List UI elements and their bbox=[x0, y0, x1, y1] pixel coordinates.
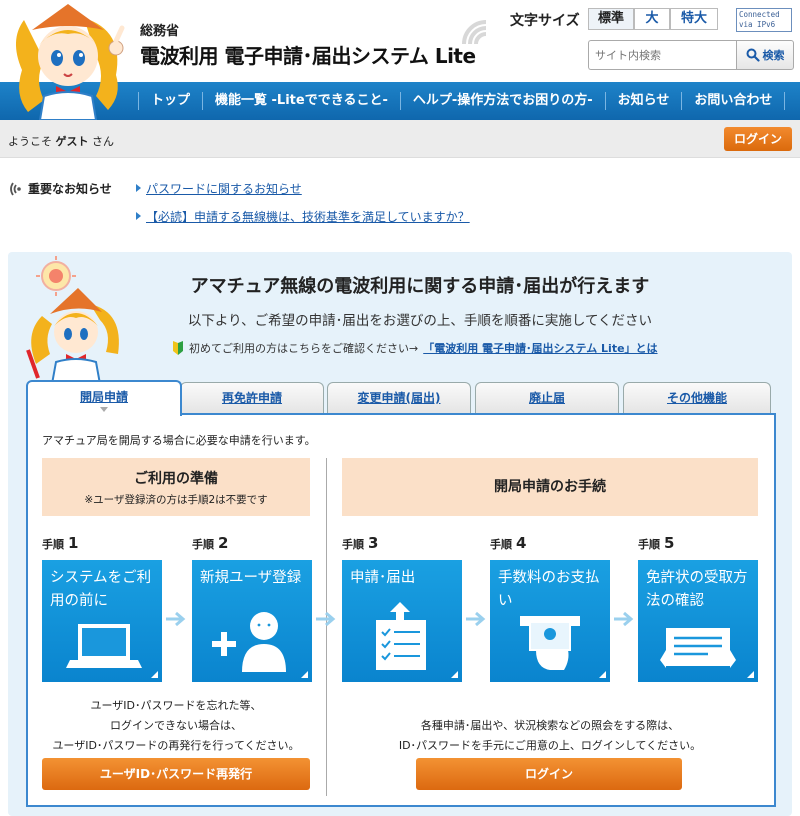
step-card-payment[interactable]: 手数料のお支払い bbox=[490, 560, 610, 682]
step-card-title: 申請･届出 bbox=[350, 570, 416, 586]
step-prefix: 手順 bbox=[42, 538, 64, 551]
corner-mark-icon bbox=[151, 671, 158, 678]
important-notices-heading: 重要なお知らせ bbox=[8, 180, 112, 197]
welcome-prefix: ようこそ bbox=[8, 135, 52, 148]
font-size-xlarge-button[interactable]: 特大 bbox=[670, 8, 718, 30]
preparation-note: ※ユーザ登録済の方は手順2は不要です bbox=[84, 494, 268, 506]
help-line: ユーザID･パスワードの再発行を行ってください。 bbox=[52, 739, 300, 752]
arrow-right-icon bbox=[136, 184, 141, 192]
notice-item[interactable]: パスワードに関するお知らせ bbox=[136, 180, 470, 196]
corner-mark-icon bbox=[451, 671, 458, 678]
nav-item-contact[interactable]: お問い合わせ bbox=[681, 92, 786, 110]
main-title: アマチュア無線の電波利用に関する申請･届出が行えます bbox=[190, 276, 650, 297]
arrow-right-icon bbox=[614, 611, 634, 627]
user-name: ゲスト bbox=[55, 135, 89, 148]
site-header: 総務省 電波利用 電子申請･届出システム Lite 文字サイズ 標準 大 特大 … bbox=[0, 0, 800, 120]
notice-list: パスワードに関するお知らせ 【必読】申請する無線機は、技術基準を満足していますか… bbox=[136, 180, 470, 236]
step-card-license-receipt[interactable]: 免許状の受取方法の確認 bbox=[638, 560, 758, 682]
arrow-right-icon bbox=[166, 611, 186, 627]
mascot-logo-image[interactable] bbox=[4, 0, 132, 120]
step-prefix: 手順 bbox=[192, 538, 214, 551]
site-search-input[interactable] bbox=[588, 40, 736, 70]
step-number: 5 bbox=[664, 534, 675, 552]
arrow-right-icon bbox=[316, 611, 336, 627]
step-prefix: 手順 bbox=[638, 538, 660, 551]
help-line: ユーザID･パスワードを忘れた等、 bbox=[90, 699, 262, 712]
important-notices-label: 重要なお知らせ bbox=[28, 182, 112, 196]
welcome-suffix: さん bbox=[92, 135, 114, 148]
reissue-credentials-button[interactable]: ユーザID･パスワード再発行 bbox=[42, 758, 310, 790]
ipv6-badge-line1: Connected bbox=[739, 10, 780, 19]
step-card-title: システムをご利用の前に bbox=[50, 570, 152, 609]
beginner-mark-icon bbox=[173, 341, 183, 355]
nav-item-features[interactable]: 機能一覧 -Liteでできること- bbox=[202, 92, 400, 110]
preparation-title: ご利用の準備 bbox=[134, 471, 218, 487]
arrow-right-icon bbox=[136, 212, 141, 220]
search-icon bbox=[746, 48, 760, 62]
step-number: 2 bbox=[218, 534, 229, 552]
corner-mark-icon bbox=[301, 671, 308, 678]
nav-item-top[interactable]: トップ bbox=[138, 92, 202, 110]
ipv6-badge-line2: via IPv6 bbox=[739, 20, 776, 29]
step-prefix: 手順 bbox=[490, 538, 512, 551]
procedure-title: 開局申請のお手続 bbox=[494, 479, 606, 495]
tab-description: アマチュア局を開局する場合に必要な申請を行います。 bbox=[42, 434, 316, 447]
search-button-label: 検索 bbox=[762, 49, 785, 62]
user-bar: ようこそ ゲスト さん ログイン bbox=[0, 120, 800, 158]
nav-item-news[interactable]: お知らせ bbox=[604, 92, 682, 110]
step-card-application[interactable]: 申請･届出 bbox=[342, 560, 462, 682]
arrow-right-icon bbox=[466, 611, 486, 627]
ministry-name: 総務省 bbox=[140, 24, 180, 39]
step-label-4: 手順 4 bbox=[490, 534, 526, 552]
step-card-new-user[interactable]: 新規ユーザ登録 bbox=[192, 560, 312, 682]
tab-new-license[interactable]: 開局申請 bbox=[26, 380, 182, 416]
mascot-illustration bbox=[26, 256, 119, 384]
beginner-guide: 初めてご利用の方はこちらをご確認ください→ 「電波利用 電子申請･届出システム … bbox=[172, 340, 658, 356]
notice-link-password[interactable]: パスワードに関するお知らせ bbox=[146, 180, 302, 197]
notice-link-technical-standard[interactable]: 【必読】申請する無線機は、技術基準を満足していますか？ bbox=[146, 208, 470, 225]
ipv6-badge[interactable]: Connected via IPv6 bbox=[736, 8, 792, 32]
radio-wave-icon bbox=[462, 20, 487, 45]
tab-change-application[interactable]: 変更申請(届出) bbox=[327, 382, 471, 414]
step-card-before-use[interactable]: システムをご利用の前に bbox=[42, 560, 162, 682]
corner-mark-icon bbox=[599, 671, 606, 678]
step-number: 3 bbox=[368, 534, 379, 552]
step-number: 1 bbox=[68, 534, 79, 552]
step-label-1: 手順 1 bbox=[42, 534, 78, 552]
step-prefix: 手順 bbox=[342, 538, 364, 551]
preparation-header: ご利用の準備 ※ユーザ登録済の方は手順2は不要です bbox=[42, 458, 310, 516]
nav-item-help[interactable]: ヘルプ-操作方法でお困りの方- bbox=[399, 92, 605, 110]
step-card-title: 手数料のお支払い bbox=[498, 570, 600, 609]
login-help-text: 各種申請･届出や、状況検索などの照会をする際は、 ID･パスワードを手元にご用意… bbox=[342, 716, 758, 756]
step-card-title: 免許状の受取方法の確認 bbox=[646, 570, 748, 609]
procedure-header: 開局申請のお手続 bbox=[342, 458, 758, 516]
tab-license-renewal[interactable]: 再免許申請 bbox=[180, 382, 324, 414]
step-label-3: 手順 3 bbox=[342, 534, 378, 552]
broadcast-icon bbox=[10, 182, 21, 195]
login-button[interactable]: ログイン bbox=[416, 758, 682, 790]
corner-mark-icon bbox=[747, 671, 754, 678]
main-subtitle: 以下より、ご希望の申請･届出をお選びの上、手順を順番に実施してください bbox=[187, 313, 653, 329]
step-number: 4 bbox=[516, 534, 527, 552]
system-title[interactable]: 電波利用 電子申請･届出システム Lite bbox=[140, 40, 476, 69]
help-line: 各種申請･届出や、状況検索などの照会をする際は、 bbox=[420, 719, 680, 732]
about-system-link[interactable]: 「電波利用 電子申請･届出システム Lite」とは bbox=[423, 340, 657, 356]
welcome-message: ようこそ ゲスト さん bbox=[8, 133, 114, 149]
step-label-5: 手順 5 bbox=[638, 534, 674, 552]
step-label-2: 手順 2 bbox=[192, 534, 228, 552]
font-size-standard-button[interactable]: 標準 bbox=[588, 8, 634, 30]
font-size-large-button[interactable]: 大 bbox=[634, 8, 670, 30]
tab-abolition[interactable]: 廃止届 bbox=[475, 382, 619, 414]
reissue-help-text: ユーザID･パスワードを忘れた等、 ログインできない場合は、 ユーザID･パスワ… bbox=[42, 696, 310, 756]
help-line: ID･パスワードを手元にご用意の上、ログインしてください。 bbox=[398, 739, 702, 752]
tab-other-functions[interactable]: その他機能 bbox=[623, 382, 771, 414]
step-card-title: 新規ユーザ登録 bbox=[200, 570, 302, 586]
font-size-label: 文字サイズ bbox=[510, 13, 580, 29]
header-login-button[interactable]: ログイン bbox=[724, 127, 792, 151]
search-button[interactable]: 検索 bbox=[736, 40, 794, 70]
beginner-text: 初めてご利用の方はこちらをご確認ください→ bbox=[189, 342, 419, 355]
notice-item[interactable]: 【必読】申請する無線機は、技術基準を満足していますか？ bbox=[136, 208, 470, 224]
help-line: ログインできない場合は、 bbox=[110, 719, 242, 732]
